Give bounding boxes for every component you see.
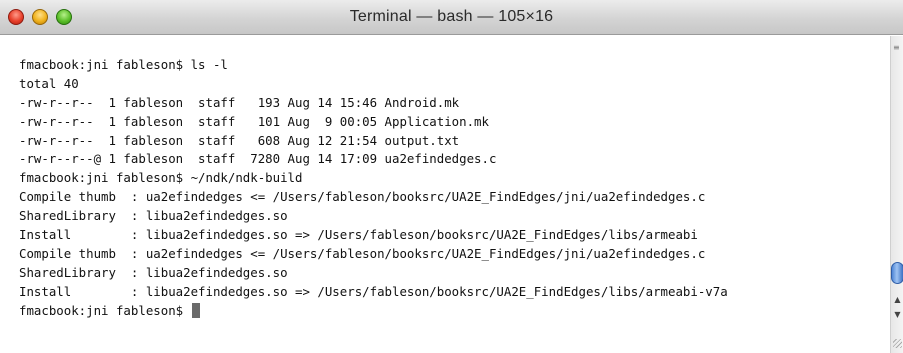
terminal-line: -rw-r--r-- 1 fableson staff 608 Aug 12 2… — [19, 132, 460, 148]
terminal-line: fmacbook:jni fableson$ ~/ndk/ndk-build — [19, 170, 303, 186]
shell-prompt: fmacbook:jni fableson$ — [19, 302, 191, 318]
terminal-output[interactable]: fmacbook:jni fableson$ ls -l total 40 -r… — [0, 36, 890, 353]
vertical-scrollbar[interactable]: ≡ ▲ ▼ — [890, 36, 903, 353]
arrow-down-icon[interactable]: ▼ — [893, 310, 902, 320]
terminal-line: fmacbook:jni fableson$ ls -l — [19, 57, 228, 72]
terminal-line: SharedLibrary : libua2efindedges.so — [19, 208, 288, 224]
prompt-line[interactable]: fmacbook:jni fableson$ — [19, 302, 890, 321]
terminal-line: -rw-r--r-- 1 fableson staff 101 Aug 9 00… — [19, 113, 489, 129]
terminal-window: Terminal — bash — 105×16 fmacbook:jni fa… — [0, 0, 903, 353]
window-title: Terminal — bash — 105×16 — [349, 8, 554, 25]
terminal-line: Install : libua2efindedges.so => /Users/… — [19, 283, 728, 299]
text-cursor — [191, 302, 200, 318]
title-bar[interactable]: Terminal — bash — 105×16 — [0, 0, 903, 35]
split-pane-icon[interactable]: ≡ — [893, 44, 901, 52]
terminal-line: Compile thumb : ua2efindedges <= /Users/… — [19, 189, 706, 205]
terminal-line: SharedLibrary : libua2efindedges.so — [19, 264, 288, 280]
terminal-line: Compile thumb : ua2efindedges <= /Users/… — [19, 245, 706, 261]
scroll-thumb[interactable] — [891, 262, 903, 284]
terminal-line: -rw-r--r--@ 1 fableson staff 7280 Aug 14… — [19, 151, 497, 167]
terminal-line: total 40 — [19, 75, 79, 91]
resize-grip-icon[interactable] — [893, 339, 902, 348]
arrow-up-icon[interactable]: ▲ — [893, 295, 902, 305]
terminal-line: -rw-r--r-- 1 fableson staff 193 Aug 14 1… — [19, 94, 460, 110]
terminal-line: Install : libua2efindedges.so => /Users/… — [19, 227, 698, 243]
